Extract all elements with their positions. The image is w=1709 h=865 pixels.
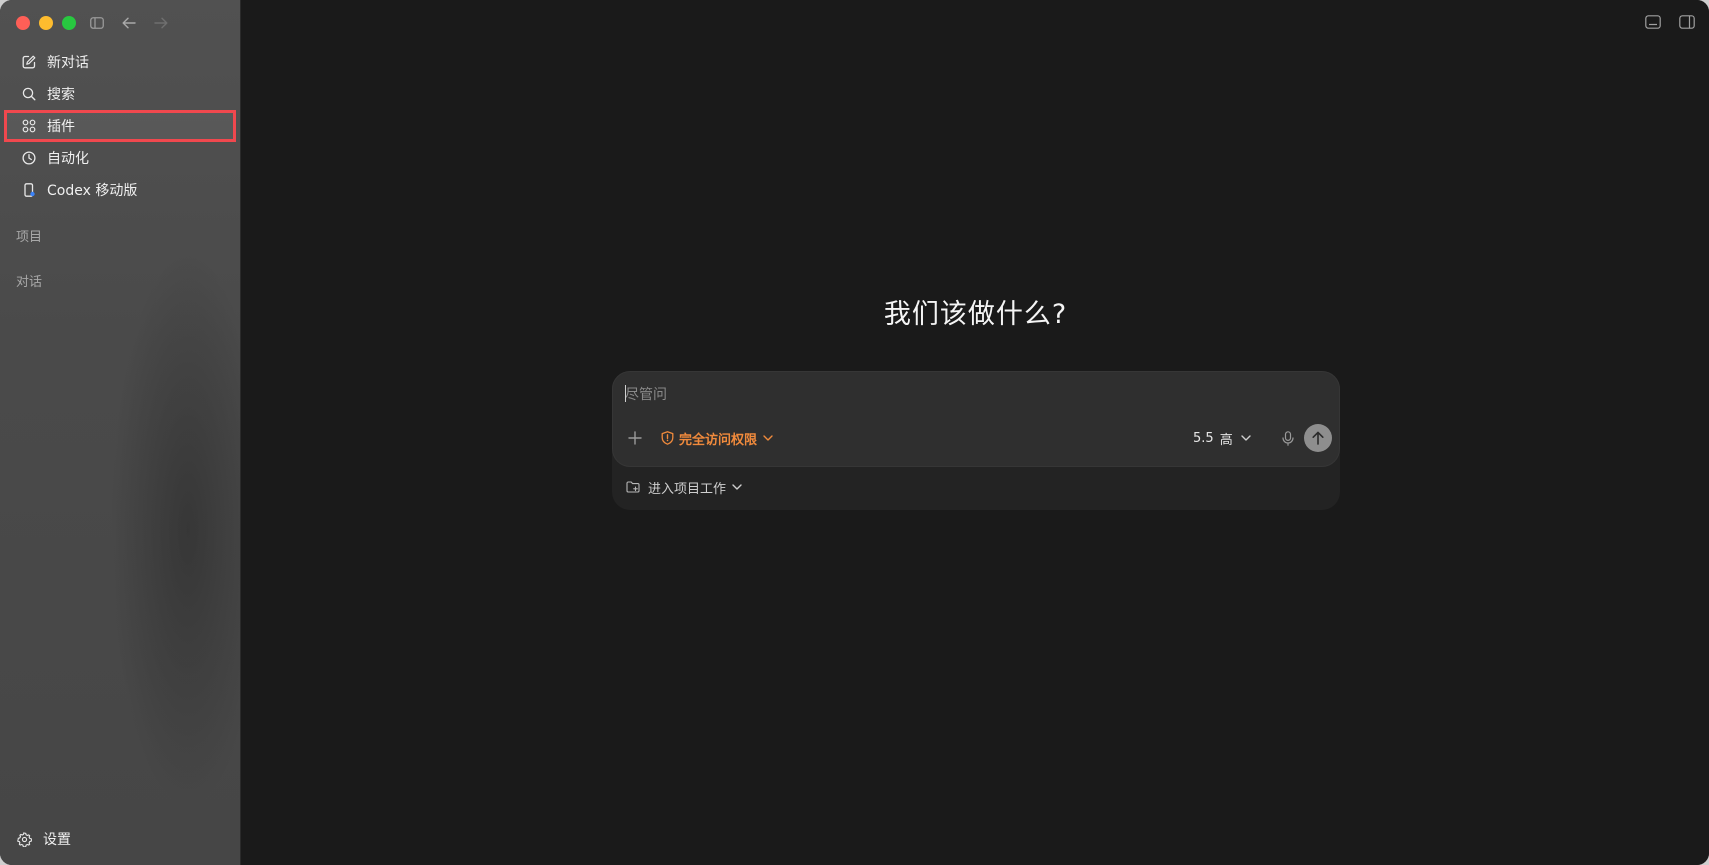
composer-container: 尽管问 完全访问权限 5.5 高 进入项目工作 <box>612 371 1340 510</box>
window-maximize-button[interactable] <box>62 16 76 30</box>
window-close-button[interactable] <box>16 16 30 30</box>
section-conversations: 对话 <box>16 275 43 290</box>
plugins-grid-icon <box>21 118 37 134</box>
right-panel-icon[interactable] <box>1679 14 1697 32</box>
sidebar-item-automation[interactable]: 自动化 <box>4 142 236 174</box>
mobile-icon <box>21 182 37 198</box>
settings-button[interactable]: 设置 <box>4 825 71 853</box>
permission-dropdown[interactable]: 完全访问权限 <box>661 429 773 448</box>
model-version: 5.5 <box>1193 430 1214 446</box>
sidebar-item-label: 自动化 <box>47 151 89 167</box>
sidebar-toggle-icon[interactable] <box>87 13 107 33</box>
chevron-down-icon <box>1241 435 1251 441</box>
project-label: 进入项目工作 <box>648 481 727 497</box>
search-icon <box>21 86 37 102</box>
shield-alert-icon <box>661 431 674 445</box>
page-title: 我们该做什么? <box>883 299 1068 330</box>
model-selector[interactable]: 5.5 高 <box>1193 429 1251 448</box>
sidebar-item-label: 新对话 <box>47 55 89 71</box>
arrow-up-icon <box>1312 431 1324 445</box>
permission-label: 完全访问权限 <box>679 432 758 448</box>
sidebar-item-label: 插件 <box>47 119 75 135</box>
chevron-down-icon <box>763 435 773 441</box>
text-caret <box>625 385 626 402</box>
model-level: 高 <box>1219 432 1233 448</box>
sidebar-item-search[interactable]: 搜索 <box>4 78 236 110</box>
sidebar-item-codex-mobile[interactable]: Codex 移动版 <box>4 174 236 206</box>
chevron-down-icon <box>732 484 742 490</box>
gear-icon <box>17 831 33 847</box>
settings-label: 设置 <box>43 832 71 848</box>
plus-icon <box>628 431 642 445</box>
prompt-input[interactable]: 尽管问 <box>625 384 667 404</box>
back-arrow-icon[interactable] <box>119 13 139 33</box>
sidebar-item-plugins[interactable]: 插件 <box>4 110 236 142</box>
terminal-panel-icon[interactable] <box>1645 14 1663 32</box>
sidebar: 新对话 搜索 插件 自动化 Codex 移动版 项目 对话 设置 <box>0 0 240 865</box>
project-selector[interactable]: 进入项目工作 <box>626 478 742 497</box>
main-panel: 我们该做什么? 尽管问 完全访问权限 5.5 高 进入项目工作 <box>240 0 1709 865</box>
composer[interactable]: 尽管问 完全访问权限 5.5 高 <box>612 371 1340 467</box>
sidebar-item-label: Codex 移动版 <box>47 183 138 199</box>
send-button[interactable] <box>1304 424 1332 452</box>
microphone-button[interactable] <box>1278 428 1298 448</box>
section-projects: 项目 <box>16 230 43 245</box>
sidebar-item-label: 搜索 <box>47 87 75 103</box>
add-attachment-button[interactable] <box>625 428 645 448</box>
folder-plus-icon <box>626 481 640 493</box>
app-window: 新对话 搜索 插件 自动化 Codex 移动版 项目 对话 设置 我们该做什么?… <box>0 0 1709 865</box>
microphone-icon <box>1282 430 1294 446</box>
clock-icon <box>21 150 37 166</box>
compose-icon <box>21 54 37 70</box>
window-minimize-button[interactable] <box>39 16 53 30</box>
sidebar-item-new-chat[interactable]: 新对话 <box>4 46 236 78</box>
sidebar-nav: 新对话 搜索 插件 自动化 Codex 移动版 <box>0 46 240 206</box>
forward-arrow-icon[interactable] <box>151 13 171 33</box>
